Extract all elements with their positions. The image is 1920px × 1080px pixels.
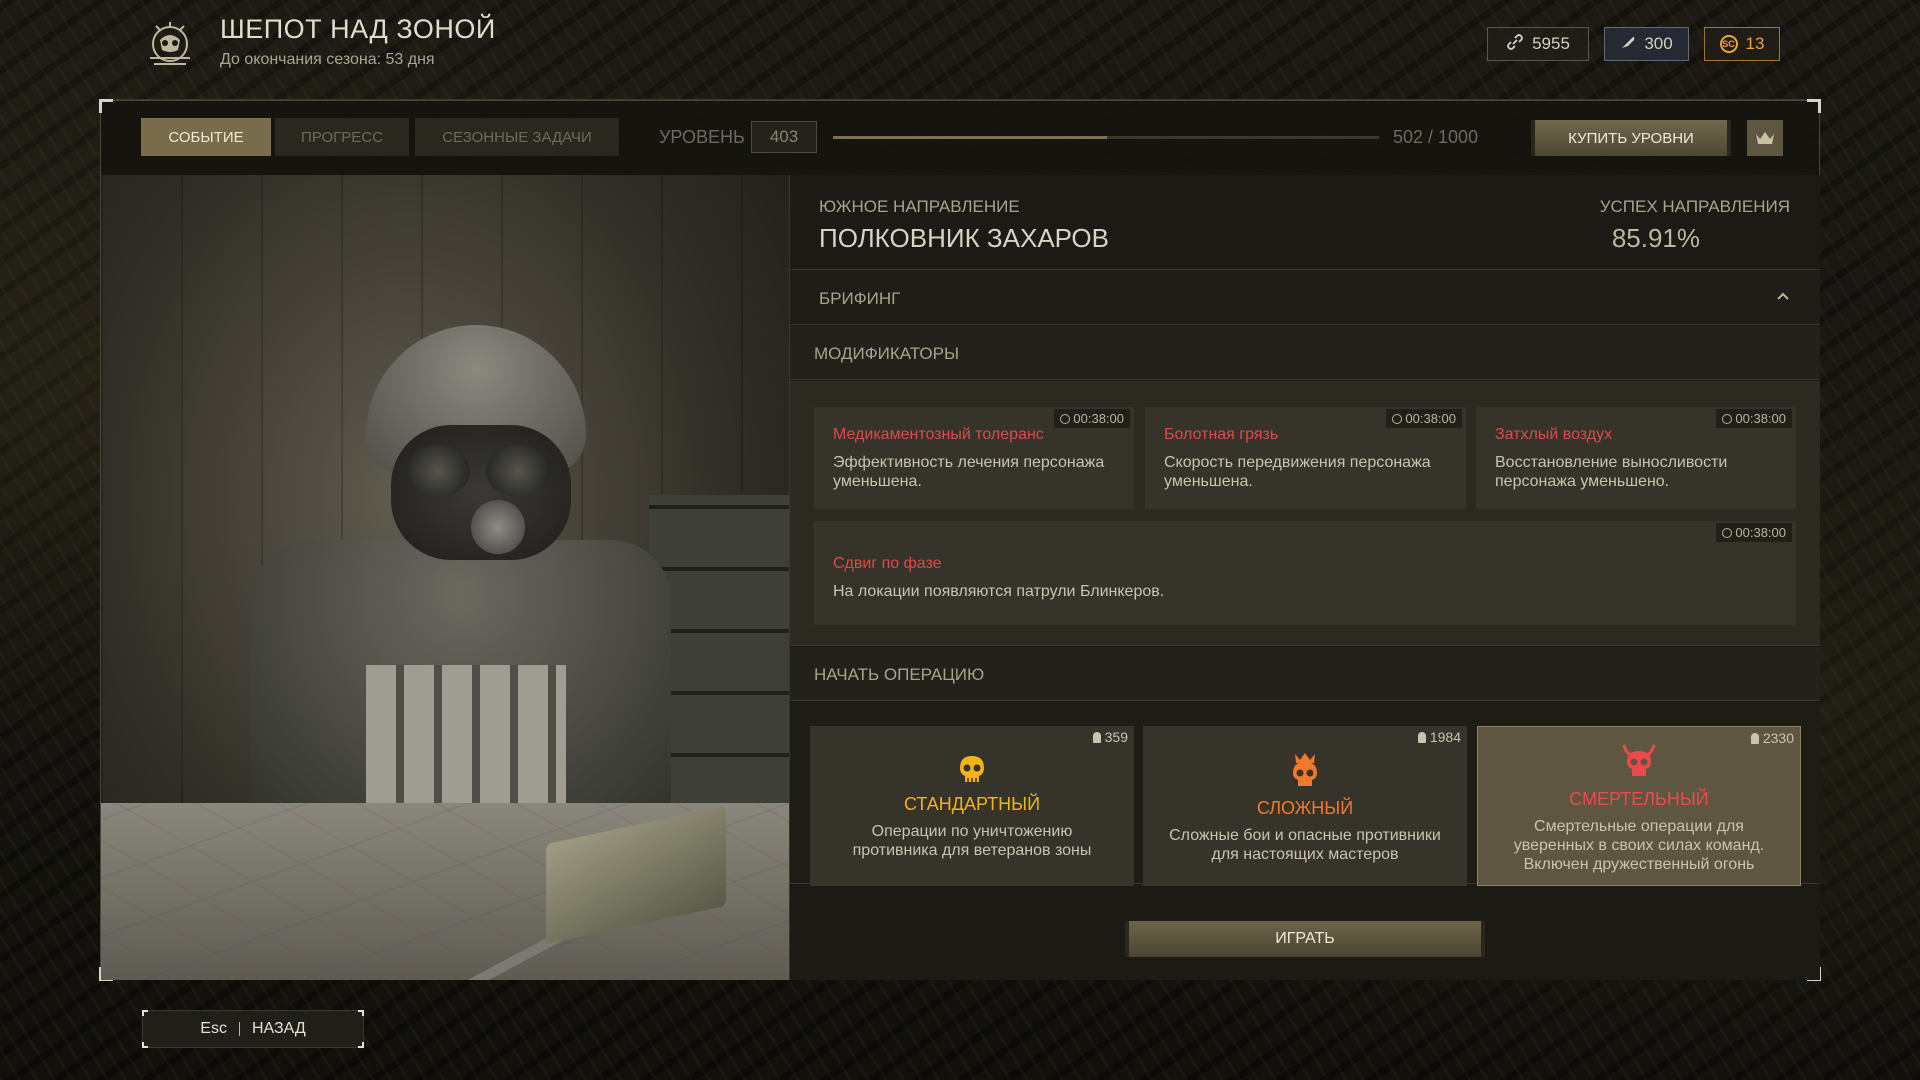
difficulty-hard[interactable]: 1984 СЛОЖНЫЙ Сложные бои и опасные проти… xyxy=(1143,726,1467,886)
premium-button[interactable] xyxy=(1747,120,1783,156)
currency-links-value: 5955 xyxy=(1532,34,1570,53)
difficulty-description: Операции по уничтожению противника для в… xyxy=(852,823,1092,859)
level-value: 403 xyxy=(751,121,817,153)
modifier-description: На локации появляются патрули Блинкеров. xyxy=(833,583,1165,600)
play-button[interactable]: ИГРАТЬ xyxy=(1125,921,1485,957)
link-icon xyxy=(1506,33,1524,56)
modifier-description: Скорость передвижения персонажа уменьшен… xyxy=(1164,454,1431,490)
chevron-up-icon xyxy=(1777,292,1789,300)
season-title: ШЕПОТ НАД ЗОНОЙ xyxy=(220,14,496,44)
difficulty-deadly[interactable]: 2330 СМЕРТЕЛЬНЫЙ Смертельные операции дл… xyxy=(1477,726,1801,886)
briefing-toggle[interactable]: БРИФИНГ xyxy=(790,271,1820,325)
clock-icon xyxy=(1392,413,1403,424)
crown-icon xyxy=(1756,132,1774,144)
direction-success-label: УСПЕХ НАПРАВЛЕНИЯ xyxy=(1599,197,1790,216)
direction-name: ПОЛКОВНИК ЗАХАРОВ xyxy=(819,223,1109,253)
modifier-timer: 00:38:00 xyxy=(1716,409,1792,428)
difficulty-title: СЛОЖНЫЙ xyxy=(1256,798,1354,818)
modifiers-header: МОДИФИКАТОРЫ xyxy=(790,326,1820,380)
top-header: ШЕПОТ НАД ЗОНОЙ До окончания сезона: 53 … xyxy=(100,0,1820,100)
back-hotkey: Esc xyxy=(200,1020,227,1037)
modifier-card: 00:38:00 Сдвиг по фазе На локации появля… xyxy=(814,521,1796,625)
person-icon xyxy=(1750,732,1759,744)
back-button[interactable]: Esc НАЗАД xyxy=(142,1010,364,1048)
modifier-card: 00:38:00 Медикаментозный толеранс Эффект… xyxy=(814,407,1134,509)
modifier-title: Медикаментозный толеранс xyxy=(833,426,1044,443)
clock-icon xyxy=(1722,527,1733,538)
modifier-timer: 00:38:00 xyxy=(1054,409,1130,428)
level-label: УРОВЕНЬ xyxy=(659,127,745,147)
currency-feathers: 300 xyxy=(1604,27,1689,61)
start-operation-header: НАЧАТЬ ОПЕРАЦИЮ xyxy=(790,647,1820,701)
modifier-description: Восстановление выносливости персонажа ум… xyxy=(1495,454,1728,490)
modifier-title: Затхлый воздух xyxy=(1495,426,1613,443)
demon-skull-icon xyxy=(1622,744,1656,776)
skull-icon xyxy=(960,756,984,782)
back-label: НАЗАД xyxy=(251,1020,306,1037)
modifier-title: Болотная грязь xyxy=(1164,426,1279,443)
players-count: 1984 xyxy=(1417,729,1461,745)
direction-success-value: 85.91% xyxy=(1611,223,1700,253)
currency-feathers-value: 300 xyxy=(1644,34,1673,53)
difficulty-description: Смертельные операции для уверенных в сво… xyxy=(1513,818,1765,873)
difficulty-description: Сложные бои и опасные противники для нас… xyxy=(1169,827,1441,863)
difficulty-title: СТАНДАРТНЫЙ xyxy=(903,794,1041,814)
modifier-title: Сдвиг по фазе xyxy=(833,555,942,572)
season-emblem-icon xyxy=(150,22,190,65)
difficulty-selector: 359 СТАНДАРТНЫЙ Операции по уничтожению … xyxy=(790,702,1820,886)
modifier-card: 00:38:00 Затхлый воздух Восстановление в… xyxy=(1476,407,1796,509)
event-panel: СОБЫТИЕ ПРОГРЕСС СЕЗОННЫЕ ЗАДАЧИ УРОВЕНЬ… xyxy=(99,99,1821,981)
currency-coins: SC 13 xyxy=(1704,27,1780,61)
currency-links: 5955 xyxy=(1487,27,1589,61)
level-progress-text: 502 / 1000 xyxy=(1393,127,1479,147)
difficulty-standard[interactable]: 359 СТАНДАРТНЫЙ Операции по уничтожению … xyxy=(810,726,1134,886)
divider xyxy=(238,1022,240,1036)
modifier-description: Эффективность лечения персонажа уменьшен… xyxy=(833,454,1105,490)
level-progress-bar xyxy=(833,136,1379,139)
clock-icon xyxy=(1722,413,1733,424)
players-count: 359 xyxy=(1092,729,1128,745)
modifier-card: 00:38:00 Болотная грязь Скорость передви… xyxy=(1145,407,1466,509)
currency-coins-value: 13 xyxy=(1745,34,1765,53)
season-countdown: До окончания сезона: 53 дня xyxy=(220,51,435,68)
coin-icon: SC xyxy=(1719,35,1738,53)
person-icon xyxy=(1417,731,1426,743)
modifier-timer: 00:38:00 xyxy=(1716,523,1792,542)
modifier-timer: 00:38:00 xyxy=(1386,409,1462,428)
players-count: 2330 xyxy=(1750,730,1794,746)
clock-icon xyxy=(1060,413,1071,424)
buy-levels-button[interactable]: КУПИТЬ УРОВНИ xyxy=(1531,120,1731,156)
level-progress-fill xyxy=(833,136,1108,139)
modifiers-list: 00:38:00 Медикаментозный толеранс Эффект… xyxy=(790,381,1820,646)
direction-header: ЮЖНОЕ НАПРАВЛЕНИЕ ПОЛКОВНИК ЗАХАРОВ УСПЕ… xyxy=(790,175,1820,270)
tab-progress[interactable]: ПРОГРЕСС xyxy=(275,118,409,156)
difficulty-title: СМЕРТЕЛЬНЫЙ xyxy=(1569,789,1709,809)
modifiers-label: МОДИФИКАТОРЫ xyxy=(814,344,960,363)
start-operation-label: НАЧАТЬ ОПЕРАЦИЮ xyxy=(814,665,985,684)
tab-season-tasks[interactable]: СЕЗОННЫЕ ЗАДАЧИ xyxy=(415,118,619,156)
operation-details: ЮЖНОЕ НАПРАВЛЕНИЕ ПОЛКОВНИК ЗАХАРОВ УСПЕ… xyxy=(789,175,1820,980)
briefing-label: БРИФИНГ xyxy=(819,289,901,308)
feather-icon xyxy=(1620,34,1636,55)
operation-hero-image xyxy=(101,175,789,980)
crowned-skull-icon xyxy=(1293,753,1317,786)
direction-label: ЮЖНОЕ НАПРАВЛЕНИЕ xyxy=(819,197,1020,216)
tab-event[interactable]: СОБЫТИЕ xyxy=(141,118,271,156)
person-icon xyxy=(1092,731,1101,743)
